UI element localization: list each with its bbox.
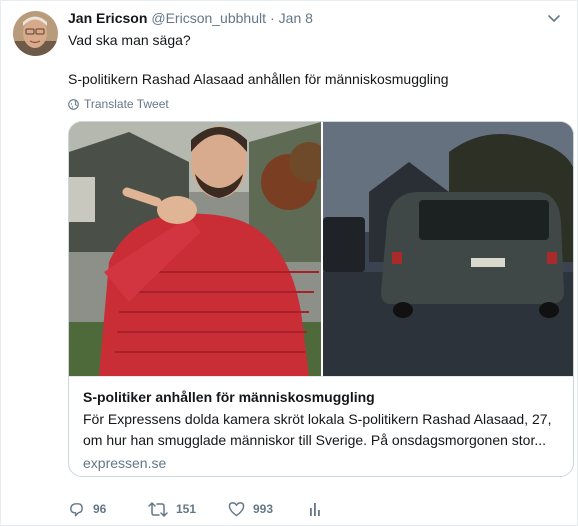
card-image: [69, 122, 573, 376]
tweet-header: Jan Ericson @Ericson_ubbhult · Jan 8: [68, 10, 313, 28]
card-description: För Expressens dolda kamera skröt lokala…: [83, 411, 552, 448]
reply-icon: [70, 502, 83, 516]
author-handle[interactable]: @Ericson_ubbhult: [151, 10, 266, 26]
tweet-actions: 96 151 993: [68, 498, 322, 520]
retweet-button[interactable]: 151: [148, 501, 228, 518]
like-button[interactable]: 993: [228, 501, 308, 517]
card-title: S-politiker anhållen för människosmuggli…: [83, 389, 375, 405]
avatar[interactable]: [13, 11, 58, 56]
retweet-count: 151: [176, 502, 197, 516]
analytics-icon: [310, 503, 320, 516]
heart-icon: [228, 502, 245, 517]
reply-count: 96: [93, 502, 107, 516]
link-card[interactable]: S-politiker anhållen för människosmuggli…: [68, 121, 574, 477]
like-count: 993: [253, 502, 274, 516]
retweet-icon: [148, 501, 168, 517]
translate-label: Translate Tweet: [84, 97, 169, 111]
analytics-button[interactable]: [308, 501, 322, 517]
tweet-text-line-1: Vad ska man säga?: [68, 32, 191, 48]
card-domain: expressen.se: [83, 455, 167, 471]
globe-icon: [68, 98, 79, 110]
translate-tweet-link[interactable]: Translate Tweet: [68, 96, 169, 112]
tweet[interactable]: Jan Ericson @Ericson_ubbhult · Jan 8 Vad…: [0, 0, 578, 526]
tweet-text-line-2: S-politikern Rashad Alasaad anhållen för…: [68, 71, 449, 87]
reply-button[interactable]: 96: [68, 501, 148, 518]
card-body: S-politiker anhållen för människosmuggli…: [69, 376, 573, 476]
separator-dot: ·: [270, 10, 275, 26]
tweet-timestamp[interactable]: Jan 8: [279, 10, 313, 26]
author-name[interactable]: Jan Ericson: [68, 10, 147, 26]
chevron-down-icon[interactable]: [547, 11, 561, 25]
